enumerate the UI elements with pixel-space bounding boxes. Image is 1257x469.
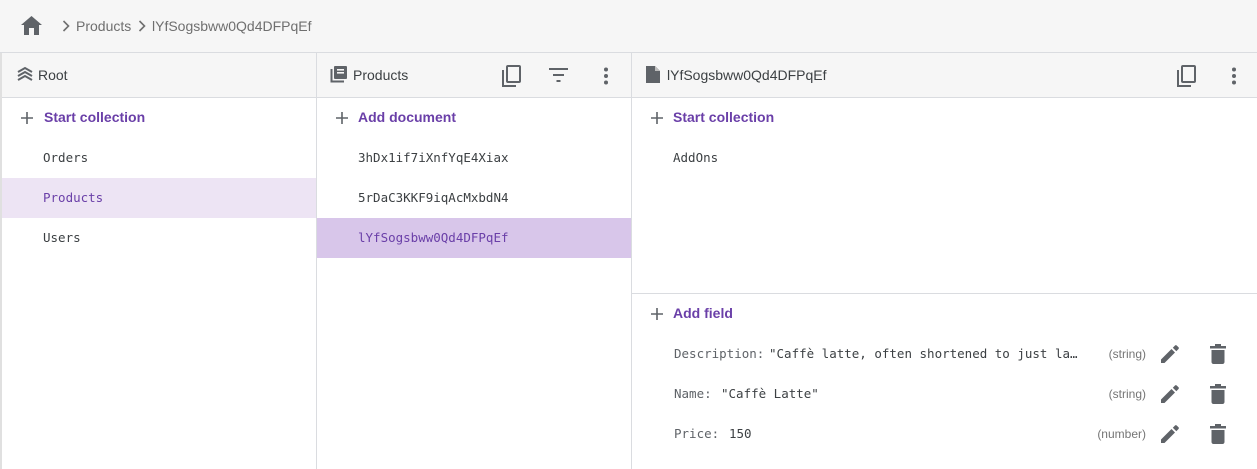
document-icon	[646, 66, 660, 83]
delete-icon[interactable]	[1210, 384, 1226, 404]
start-subcollection-button[interactable]: Start collection	[632, 98, 1257, 138]
copy-icon[interactable]	[1175, 65, 1197, 87]
collection-icon	[330, 66, 347, 83]
more-vert-icon[interactable]	[603, 67, 609, 85]
products-panel-header: Products	[317, 53, 631, 98]
chevron-right-icon	[138, 20, 146, 32]
copy-icon[interactable]	[500, 65, 522, 87]
database-stack-icon	[17, 66, 33, 81]
field-value: 150	[729, 427, 752, 441]
add-field-button[interactable]: Add field	[632, 294, 1257, 334]
field-type: (string)	[1108, 387, 1146, 401]
root-panel-header: Root	[2, 53, 316, 98]
document-item-label: 3hDx1if7iXnfYqE4Xiax	[358, 150, 509, 165]
start-collection-label: Start collection	[44, 109, 146, 125]
field-row-description[interactable]: Description: "Caffè latte, often shorten…	[632, 334, 1257, 374]
field-row-name[interactable]: Name: "Caffè Latte" (string)	[632, 374, 1257, 414]
subcollection-item-addons[interactable]: AddOns	[632, 138, 1257, 178]
breadcrumb-products[interactable]: Products	[76, 17, 131, 35]
field-type: (string)	[1108, 347, 1146, 361]
document-panel: lYfSogsbww0Qd4DFPqEf Start collection Ad…	[631, 53, 1257, 469]
document-item-label: lYfSogsbww0Qd4DFPqEf	[358, 230, 509, 245]
products-panel: Products Add document 3hDx1if7iXnfYqE4Xi…	[316, 53, 631, 469]
collection-item-label: Orders	[43, 150, 89, 165]
document-panel-header: lYfSogsbww0Qd4DFPqEf	[632, 53, 1257, 98]
document-item[interactable]: 5rDaC3KKF9iqAcMxbdN4	[317, 178, 631, 218]
field-type: (number)	[1097, 427, 1146, 441]
root-panel-title: Root	[38, 67, 68, 83]
chevron-right-icon	[62, 20, 70, 32]
add-document-label: Add document	[358, 109, 456, 125]
field-key: Name:	[674, 386, 712, 401]
edit-icon[interactable]	[1160, 344, 1180, 364]
filter-icon[interactable]	[549, 68, 568, 82]
add-field-label: Add field	[673, 305, 733, 321]
collection-item-label: Users	[43, 230, 81, 245]
plus-icon	[336, 112, 348, 124]
home-icon[interactable]	[21, 16, 42, 35]
delete-icon[interactable]	[1210, 344, 1226, 364]
edit-icon[interactable]	[1160, 384, 1180, 404]
plus-icon	[651, 308, 663, 320]
field-key: Description:	[674, 346, 765, 361]
field-value: "Caffè latte, often shortened to just la…	[769, 347, 1078, 361]
add-document-button[interactable]: Add document	[317, 98, 631, 138]
start-collection-button[interactable]: Start collection	[2, 98, 316, 138]
document-item-selected[interactable]: lYfSogsbww0Qd4DFPqEf	[317, 218, 631, 258]
field-row-price[interactable]: Price: 150 (number)	[632, 414, 1257, 454]
more-vert-icon[interactable]	[1231, 67, 1237, 85]
products-panel-title: Products	[353, 67, 409, 83]
root-panel: Root Start collection Orders Products Us…	[0, 53, 316, 469]
breadcrumb: Products lYfSogsbww0Qd4DFPqEf	[0, 0, 1257, 53]
collection-item-products[interactable]: Products	[2, 178, 316, 218]
field-value: "Caffè Latte"	[721, 387, 819, 401]
subcollection-item-label: AddOns	[673, 150, 719, 165]
document-item-label: 5rDaC3KKF9iqAcMxbdN4	[358, 190, 509, 205]
plus-icon	[21, 112, 33, 124]
edit-icon[interactable]	[1160, 424, 1180, 444]
plus-icon	[651, 112, 663, 124]
document-panel-title: lYfSogsbww0Qd4DFPqEf	[667, 67, 827, 83]
collection-item-orders[interactable]: Orders	[2, 138, 316, 178]
breadcrumb-document[interactable]: lYfSogsbww0Qd4DFPqEf	[152, 17, 312, 35]
field-key: Price:	[674, 426, 720, 441]
collection-item-users[interactable]: Users	[2, 218, 316, 258]
collection-item-label: Products	[43, 190, 104, 205]
document-item[interactable]: 3hDx1if7iXnfYqE4Xiax	[317, 138, 631, 178]
delete-icon[interactable]	[1210, 424, 1226, 444]
start-collection-label: Start collection	[673, 109, 775, 125]
